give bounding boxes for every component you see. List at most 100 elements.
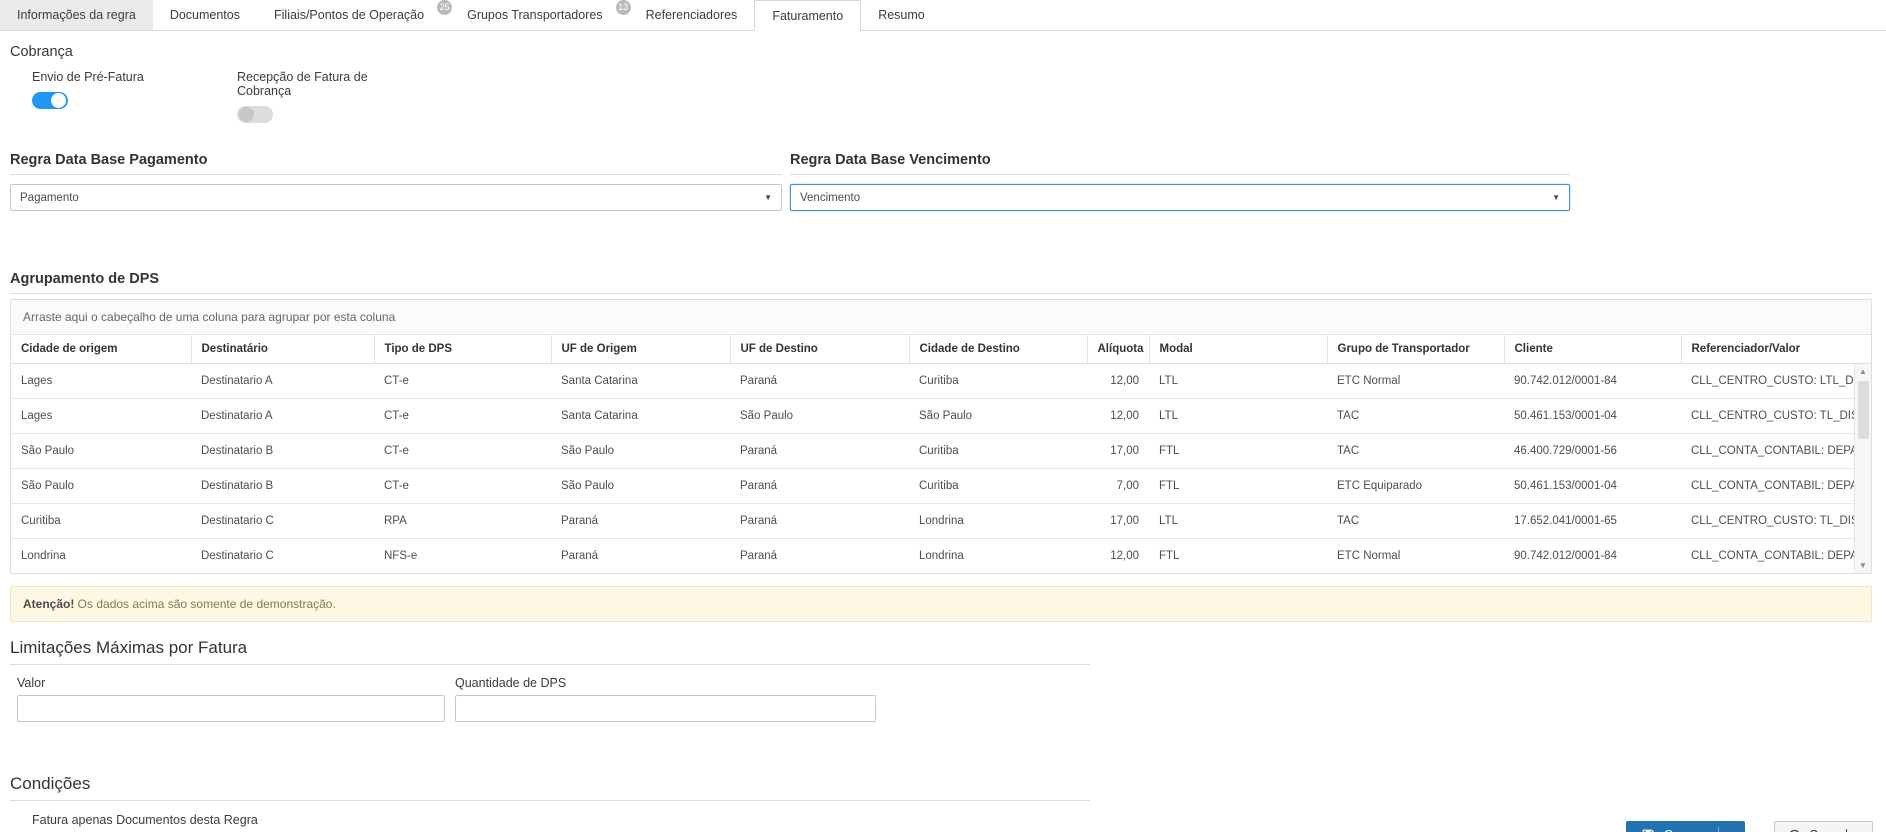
- grid-rows-table: LagesDestinatario ACT-eSanta CatarinaPar…: [11, 364, 1854, 573]
- tab-informacoes-da-regra[interactable]: Informações da regra: [0, 0, 153, 30]
- table-cell: Paraná: [730, 434, 909, 469]
- recepcao-fatura-toggle[interactable]: [237, 106, 273, 123]
- save-options-button[interactable]: [1719, 821, 1745, 832]
- scroll-down-icon[interactable]: ▼: [1855, 558, 1871, 573]
- table-cell: São Paulo: [730, 399, 909, 434]
- envio-pre-fatura-group: Envio de Pré-Fatura: [10, 70, 215, 123]
- column-header-cidade-destino[interactable]: Cidade de Destino: [909, 335, 1087, 364]
- table-cell: TAC: [1327, 399, 1504, 434]
- cancel-icon: [1788, 829, 1801, 832]
- table-cell: 17,00: [1087, 504, 1149, 539]
- cancel-button[interactable]: Cancelar: [1774, 821, 1873, 832]
- chevron-down-icon: ▼: [1552, 193, 1560, 202]
- data-base-section: Regra Data Base Pagamento Pagamento ▼ Re…: [10, 152, 1872, 211]
- dps-grid: Arraste aqui o cabeçalho de uma coluna p…: [10, 299, 1872, 574]
- table-row[interactable]: São PauloDestinatario BCT-eSão PauloPara…: [11, 434, 1854, 469]
- column-header-uf-origem[interactable]: UF de Origem: [551, 335, 730, 364]
- table-cell: Destinatario B: [191, 469, 374, 504]
- table-cell: TAC: [1327, 504, 1504, 539]
- save-button[interactable]: Gravar: [1626, 828, 1718, 832]
- table-cell: CT-e: [374, 469, 551, 504]
- table-row[interactable]: LondrinaDestinatario CNFS-eParanáParanáL…: [11, 539, 1854, 574]
- table-cell: ETC Equiparado: [1327, 469, 1504, 504]
- table-cell: 17.652.041/0001-65: [1504, 504, 1681, 539]
- scrollbar-thumb[interactable]: [1858, 381, 1869, 439]
- scroll-up-icon[interactable]: ▲: [1855, 364, 1871, 379]
- warning-text: Os dados acima são somente de demonstraç…: [74, 597, 335, 611]
- table-cell: Paraná: [551, 504, 730, 539]
- table-cell: Londrina: [11, 539, 191, 574]
- tab-faturamento[interactable]: Faturamento: [754, 0, 861, 31]
- table-cell: São Paulo: [551, 469, 730, 504]
- table-cell: São Paulo: [11, 469, 191, 504]
- table-row[interactable]: São PauloDestinatario BCT-eSão PauloPara…: [11, 469, 1854, 504]
- faturamento-panel: Cobrança Envio de Pré-Fatura Recepção de…: [0, 44, 1886, 832]
- valor-input[interactable]: [17, 695, 445, 722]
- column-header-aliquota[interactable]: Alíquota: [1087, 335, 1149, 364]
- toggle-knob: [239, 107, 254, 122]
- tab-label: Grupos Transportadores: [467, 8, 603, 22]
- quantidade-dps-input[interactable]: [455, 695, 876, 722]
- table-cell: 50.461.153/0001-04: [1504, 469, 1681, 504]
- column-header-grupo-transportador[interactable]: Grupo de Transportador: [1327, 335, 1504, 364]
- cobranca-section-title: Cobrança: [10, 44, 1872, 60]
- tab-grupos-transportadores[interactable]: Grupos Transportadores 13: [450, 0, 629, 30]
- table-cell: FTL: [1149, 434, 1327, 469]
- quantidade-dps-label: Quantidade de DPS: [455, 676, 876, 690]
- tab-resumo[interactable]: Resumo: [861, 0, 942, 30]
- column-header-uf-destino[interactable]: UF de Destino: [730, 335, 909, 364]
- tab-documentos[interactable]: Documentos: [153, 0, 257, 30]
- table-cell: ETC Normal: [1327, 364, 1504, 399]
- column-header-tipo-dps[interactable]: Tipo de DPS: [374, 335, 551, 364]
- column-header-cidade-origem[interactable]: Cidade de origem: [11, 335, 191, 364]
- regra-vencimento-title: Regra Data Base Vencimento: [790, 152, 1570, 175]
- table-row[interactable]: LagesDestinatario ACT-eSanta CatarinaSão…: [11, 399, 1854, 434]
- grid-group-drop-zone[interactable]: Arraste aqui o cabeçalho de uma coluna p…: [11, 300, 1871, 335]
- table-cell: Curitiba: [909, 434, 1087, 469]
- table-cell: CT-e: [374, 364, 551, 399]
- quantidade-dps-field-group: Quantidade de DPS: [455, 676, 876, 722]
- table-cell: Curitiba: [909, 364, 1087, 399]
- table-cell: NFS-e: [374, 539, 551, 574]
- chevron-down-icon: ▼: [764, 193, 772, 202]
- regra-vencimento-select[interactable]: Vencimento ▼: [790, 184, 1570, 211]
- cobranca-toggles: Envio de Pré-Fatura Recepção de Fatura d…: [10, 70, 1872, 123]
- table-cell: Curitiba: [909, 469, 1087, 504]
- toggle-knob: [51, 93, 66, 108]
- table-row[interactable]: LagesDestinatario ACT-eSanta CatarinaPar…: [11, 364, 1854, 399]
- table-cell: 50.461.153/0001-04: [1504, 399, 1681, 434]
- regra-pagamento-title: Regra Data Base Pagamento: [10, 152, 782, 175]
- table-row[interactable]: CuritibaDestinatario CRPAParanáParanáLon…: [11, 504, 1854, 539]
- table-cell: Santa Catarina: [551, 399, 730, 434]
- table-cell: 12,00: [1087, 539, 1149, 574]
- column-header-referenciador-valor[interactable]: Referenciador/Valor: [1681, 335, 1871, 364]
- table-cell: 90.742.012/0001-84: [1504, 364, 1681, 399]
- table-cell: São Paulo: [909, 399, 1087, 434]
- valor-field-group: Valor: [17, 676, 445, 722]
- column-header-cliente[interactable]: Cliente: [1504, 335, 1681, 364]
- table-cell: Paraná: [730, 504, 909, 539]
- table-cell: Curitiba: [11, 504, 191, 539]
- table-cell: Paraná: [730, 469, 909, 504]
- table-cell: CLL_CONTA_CONTABIL: DEPART_A: [1681, 539, 1854, 574]
- column-header-destinatario[interactable]: Destinatário: [191, 335, 374, 364]
- grid-vertical-scrollbar[interactable]: ▲ ▼: [1854, 364, 1871, 573]
- cancel-button-label: Cancelar: [1809, 828, 1859, 832]
- table-cell: 7,00: [1087, 469, 1149, 504]
- table-cell: Destinatario C: [191, 539, 374, 574]
- envio-pre-fatura-toggle[interactable]: [32, 92, 68, 109]
- table-cell: 46.400.729/0001-56: [1504, 434, 1681, 469]
- regra-pagamento-select[interactable]: Pagamento ▼: [10, 184, 782, 211]
- table-cell: CLL_CONTA_CONTABIL: DEPART_B: [1681, 469, 1854, 504]
- tab-filiais-pontos-de-operacao[interactable]: Filiais/Pontos de Operação 25: [257, 0, 450, 30]
- table-cell: LTL: [1149, 364, 1327, 399]
- scrollbar-track[interactable]: [1855, 439, 1871, 558]
- table-cell: São Paulo: [551, 434, 730, 469]
- tab-bar: Informações da regra Documentos Filiais/…: [0, 0, 1886, 31]
- table-cell: CT-e: [374, 399, 551, 434]
- table-cell: São Paulo: [11, 434, 191, 469]
- column-header-modal[interactable]: Modal: [1149, 335, 1327, 364]
- tab-referenciadores[interactable]: Referenciadores: [629, 0, 755, 30]
- agrupamento-section-title: Agrupamento de DPS: [10, 271, 1872, 294]
- table-cell: Paraná: [730, 364, 909, 399]
